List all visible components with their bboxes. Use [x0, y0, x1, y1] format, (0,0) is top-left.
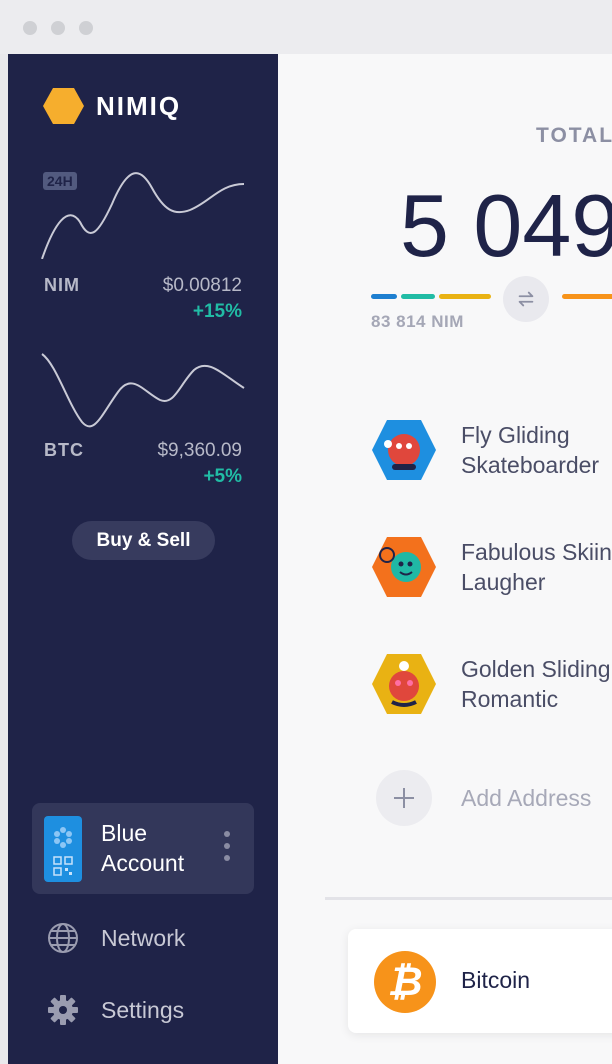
balance-bar-blue [371, 294, 397, 299]
address-name-line1: Golden Sliding [461, 656, 611, 682]
balance-bar-orange [562, 294, 612, 299]
brand-name: NIMIQ [96, 90, 182, 121]
identicon-avatar [372, 537, 436, 597]
identicon-avatar [372, 654, 436, 714]
buy-sell-button[interactable]: Buy & Sell [72, 521, 215, 560]
address-name-line2: Skateboarder [461, 452, 600, 478]
main-panel: TOTAL 5 049 83 814 NIM Fly Gliding Skate… [278, 54, 612, 1064]
total-label: TOTAL [536, 124, 612, 147]
sidebar: NIMIQ 24H NIM $0.00812 +15% BTC $9,360.0… [8, 54, 278, 1064]
address-row[interactable]: Golden Sliding Romantic [370, 652, 612, 716]
address-row[interactable]: Fabulous Skiing Laugher [370, 535, 612, 599]
plus-icon [394, 788, 414, 808]
swap-arrows-icon [518, 291, 534, 307]
account-icon [44, 816, 82, 882]
nim-sparkline [41, 172, 245, 259]
balance-bar-green [401, 294, 435, 299]
bitcoin-icon: ₿ [374, 951, 436, 1013]
address-name: Fabulous Skiing Laugher [461, 537, 612, 597]
window-maximize-dot[interactable] [79, 21, 93, 35]
btc-symbol: BTC [44, 440, 84, 460]
address-name-line2: Laugher [461, 569, 546, 595]
address-name: Golden Sliding Romantic [461, 654, 611, 714]
window-minimize-dot[interactable] [51, 21, 65, 35]
nav-settings-label: Settings [101, 996, 185, 1023]
balance-bar-gold [439, 294, 491, 299]
nim-price: $0.00812 [162, 275, 242, 296]
nim-symbol: NIM [44, 275, 80, 295]
address-name: Fly Gliding Skateboarder [461, 420, 599, 480]
gear-icon [48, 995, 78, 1025]
bitcoin-label: Bitcoin [461, 967, 531, 993]
account-menu-icon[interactable] [222, 831, 232, 867]
swap-button[interactable] [503, 276, 549, 322]
brand-logo[interactable]: NIMIQ [43, 88, 181, 124]
globe-icon [48, 923, 78, 953]
btc-price: $9,360.09 [157, 440, 242, 461]
nim-change: +15% [192, 301, 242, 322]
address-name-line2: Romantic [461, 686, 559, 712]
add-address-label[interactable]: Add Address [461, 785, 591, 812]
address-row[interactable]: Fly Gliding Skateboarder [370, 418, 612, 482]
window-titlebar [0, 0, 612, 54]
account-label: Blue Account [101, 820, 185, 876]
bitcoin-card[interactable]: ₿ Bitcoin [348, 929, 612, 1033]
nimiq-hexagon-icon [43, 88, 84, 124]
add-address-button[interactable] [376, 770, 432, 826]
total-amount: 5 049 [400, 176, 612, 275]
identicon-avatar [372, 420, 436, 480]
address-name-line1: Fabulous Skiing [461, 539, 612, 565]
nav-network[interactable]: Network [46, 920, 185, 956]
section-divider [325, 897, 612, 900]
window-close-dot[interactable] [23, 21, 37, 35]
nav-network-label: Network [101, 924, 186, 951]
btc-change: +5% [203, 466, 242, 487]
account-card[interactable]: Blue Account [32, 803, 254, 894]
btc-sparkline [41, 353, 245, 428]
account-qr-icon [53, 827, 73, 876]
address-name-line1: Fly Gliding [461, 422, 570, 448]
nav-settings[interactable]: Settings [46, 992, 184, 1028]
nim-balance: 83 814 NIM [371, 312, 464, 331]
